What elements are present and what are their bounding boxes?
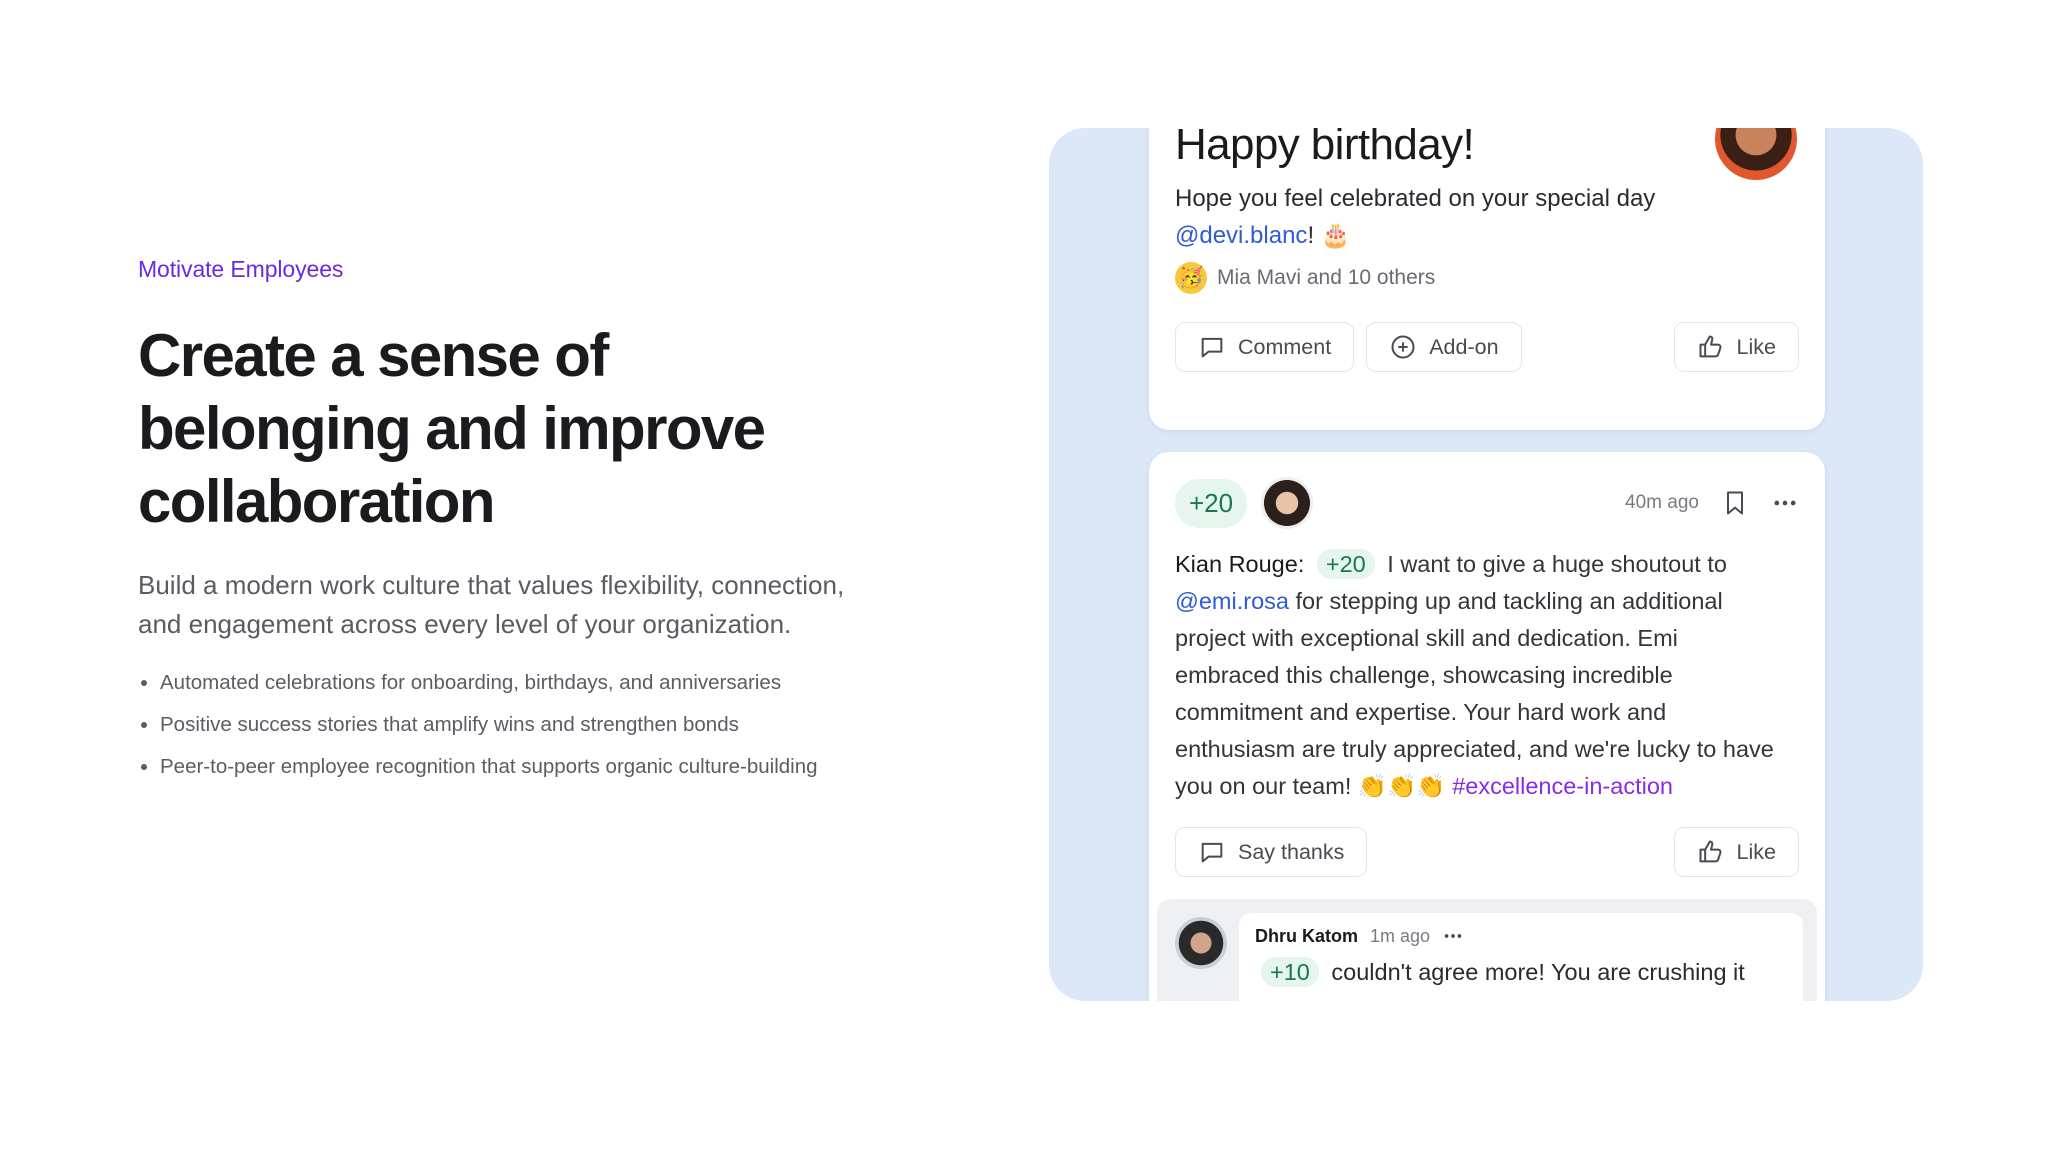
eyebrow-label: Motivate Employees [138,256,344,282]
post-text-body: for stepping up and tackling an addition… [1175,588,1774,799]
like-label: Like [1736,334,1776,359]
mention-link[interactable]: @devi.blanc [1175,222,1307,249]
reply-points-badge: +10 [1261,957,1319,987]
plus-circle-icon [1391,335,1415,359]
mention-link[interactable]: @emi.rosa [1175,588,1289,614]
recognition-post-card: +20 40m ago Kian Rouge: +20 I want to gi… [1149,452,1825,1001]
post-author[interactable]: Kian Rouge: [1175,551,1304,577]
reply-thread: Dhru Katom 1m ago +10 couldn't agree mor… [1157,899,1817,1001]
lead-paragraph: Build a modern work culture that values … [138,570,845,639]
headline-line-3: collaboration [138,468,496,535]
say-thanks-label: Say thanks [1238,839,1345,864]
more-options-icon[interactable] [1771,489,1799,517]
feed-preview-panel: Happy birthday! Hope you feel celebrated… [1049,128,1923,1001]
reply-comment: Dhru Katom 1m ago +10 couldn't agree mor… [1239,913,1803,1001]
add-on-button[interactable]: Add-on [1366,322,1522,372]
birthday-title: Happy birthday! [1175,128,1475,169]
add-on-label: Add-on [1429,334,1499,359]
headline-line-1: Create a sense of [138,322,609,389]
comment-icon [1201,337,1223,358]
comment-label: Comment [1238,334,1332,359]
comment-icon [1201,842,1223,863]
reactions-text: Mia Mavi and 10 others [1217,266,1436,289]
feature-list: Automated celebrations for onboarding, b… [138,668,878,781]
like-label: Like [1736,839,1776,864]
birthday-message-text: Hope you feel celebrated on your special… [1175,185,1656,212]
reply-meta: Dhru Katom 1m ago [1255,925,1787,947]
post-meta: 40m ago [1625,489,1799,517]
hero-section: Motivate Employees Create a sense of bel… [138,256,878,794]
hashtag-link[interactable]: #excellence-in-action [1452,773,1673,799]
like-button[interactable]: Like [1673,322,1799,372]
reply-timestamp: 1m ago [1370,925,1431,946]
points-badge: +20 [1175,478,1248,528]
like-button[interactable]: Like [1673,827,1799,877]
reactions-summary[interactable]: 🥳 Mia Mavi and 10 others [1175,262,1435,294]
post-body: Kian Rouge: +20 I want to give a huge sh… [1175,546,1775,805]
headline-line-2: belonging and improve [138,395,766,462]
avatar[interactable] [1175,917,1227,969]
post-timestamp: 40m ago [1625,492,1699,513]
birthday-actions: Comment Add-on Like [1175,322,1799,372]
mention-suffix: ! 🎂 [1307,222,1351,249]
birthday-message: Hope you feel celebrated on your special… [1175,180,1695,254]
feature-item: Peer-to-peer employee recognition that s… [160,752,878,781]
page-headline: Create a sense of belonging and improve … [138,319,878,538]
avatar[interactable] [1261,477,1314,529]
thumbs-up-icon [1699,840,1722,863]
party-emoji-icon: 🥳 [1175,262,1207,294]
more-options-icon[interactable] [1442,925,1464,947]
say-thanks-button[interactable]: Say thanks [1175,827,1368,877]
comment-button[interactable]: Comment [1175,322,1355,372]
post-actions: Say thanks Like [1175,827,1799,877]
post-text-intro: I want to give a huge shoutout to [1387,551,1727,577]
thumbs-up-icon [1699,335,1722,358]
bookmark-icon[interactable] [1721,489,1749,517]
reply-author[interactable]: Dhru Katom [1255,926,1358,947]
feature-item: Automated celebrations for onboarding, b… [160,668,878,697]
feature-item: Positive success stories that amplify wi… [160,710,878,739]
reply-body: couldn't agree more! You are crushing it [1331,959,1745,985]
inline-points-badge: +20 [1316,549,1375,579]
post-header: +20 40m ago [1175,474,1799,532]
avatar[interactable] [1715,128,1797,180]
reply-text: +10 couldn't agree more! You are crushin… [1255,957,1787,987]
birthday-card: Happy birthday! Hope you feel celebrated… [1149,128,1825,430]
